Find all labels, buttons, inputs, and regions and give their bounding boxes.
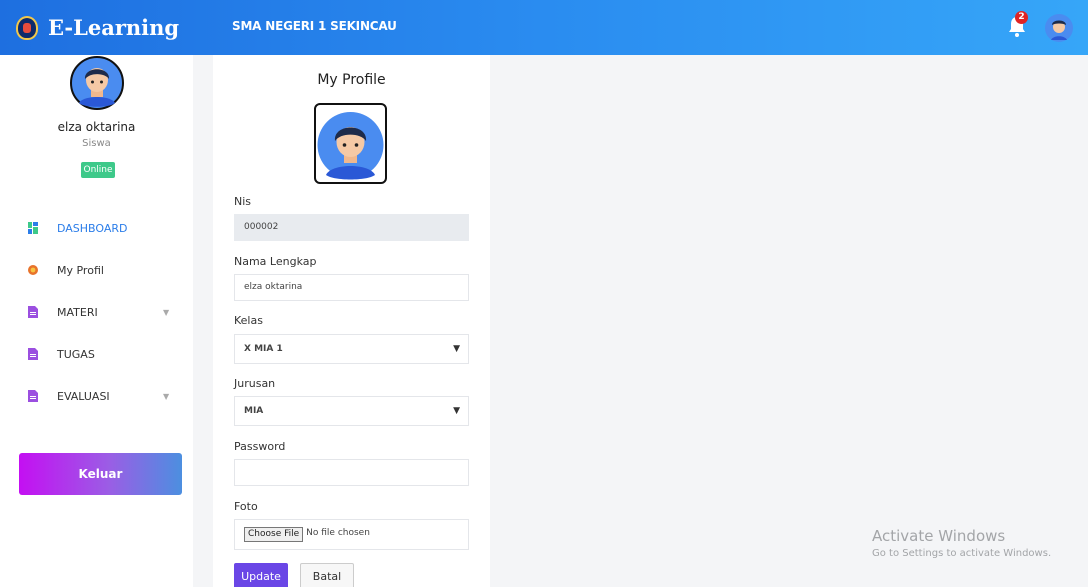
page-title: My Profile — [317, 72, 386, 88]
top-bar: E-Learning SMA NEGERI 1 SEKINCAU — [0, 0, 1088, 55]
password-label: Password — [234, 440, 286, 453]
cancel-button[interactable]: Batal — [300, 563, 354, 587]
update-button[interactable]: Update — [234, 563, 288, 587]
file-input: Choose File No file chosen — [234, 519, 469, 550]
brand-name: E-Learning — [48, 15, 180, 40]
profile-photo — [314, 103, 387, 184]
kelas-label: Kelas — [234, 314, 263, 327]
name-field[interactable]: elza oktarina — [234, 274, 469, 301]
nis-label: Nis — [234, 195, 252, 208]
chevron-down-icon: ▼ — [163, 307, 170, 317]
logout-button[interactable]: Keluar — [19, 453, 182, 495]
sidebar: elza oktarina Siswa Online DASHBOARD My … — [0, 55, 193, 587]
sidebar-item-tugas[interactable]: TUGAS — [0, 342, 193, 366]
document-icon — [28, 348, 38, 360]
document-icon — [28, 306, 38, 318]
jurusan-label: Jurusan — [234, 377, 276, 390]
jurusan-selected-value: MIA — [244, 406, 264, 416]
sidebar-item-materi[interactable]: MATERI ▼ — [0, 300, 193, 324]
kelas-select[interactable]: X MIA 1 ▼ — [234, 334, 469, 364]
choose-file-button[interactable]: Choose File — [244, 527, 304, 542]
sidebar-item-my-profil[interactable]: My Profil — [0, 258, 193, 282]
profile-icon — [28, 265, 38, 275]
dashboard-icon — [28, 222, 38, 234]
sidebar-item-dashboard[interactable]: DASHBOARD — [0, 216, 193, 240]
sidebar-item-label: DASHBOARD — [57, 221, 128, 235]
file-status: No file chosen — [306, 528, 370, 538]
nis-field: 000002 — [234, 214, 469, 241]
activate-windows-subtitle: Go to Settings to activate Windows. — [872, 548, 1052, 559]
sidebar-item-label: EVALUASI — [57, 389, 110, 403]
notification-badge: 2 — [1015, 11, 1028, 24]
user-avatar-icon[interactable] — [1045, 14, 1073, 42]
activate-windows-title: Activate Windows — [872, 527, 1006, 545]
user-name: elza oktarina — [57, 120, 136, 134]
chevron-down-icon: ▼ — [453, 406, 460, 416]
sidebar-item-label: TUGAS — [57, 347, 95, 361]
chevron-down-icon: ▼ — [163, 391, 170, 401]
profile-card: My Profile Nis 000002 Nama Lengkap elza … — [213, 55, 490, 587]
sidebar-item-label: My Profil — [57, 263, 104, 277]
brand[interactable]: E-Learning — [0, 0, 193, 55]
user-role: Siswa — [82, 138, 111, 149]
foto-label: Foto — [234, 500, 258, 513]
jurusan-select[interactable]: MIA ▼ — [234, 396, 469, 426]
kelas-selected-value: X MIA 1 — [244, 344, 283, 354]
password-field[interactable] — [234, 459, 469, 486]
school-logo-icon — [16, 15, 38, 40]
chevron-down-icon: ▼ — [453, 344, 460, 354]
sidebar-item-label: MATERI — [57, 305, 98, 319]
document-icon — [28, 390, 38, 402]
name-label: Nama Lengkap — [234, 255, 317, 268]
sidebar-item-evaluasi[interactable]: EVALUASI ▼ — [0, 384, 193, 408]
profile-avatar-icon — [70, 56, 124, 110]
school-name: SMA NEGERI 1 SEKINCAU — [232, 19, 397, 33]
profile-photo-avatar-icon — [317, 112, 384, 180]
online-status-badge: Online — [81, 162, 115, 178]
